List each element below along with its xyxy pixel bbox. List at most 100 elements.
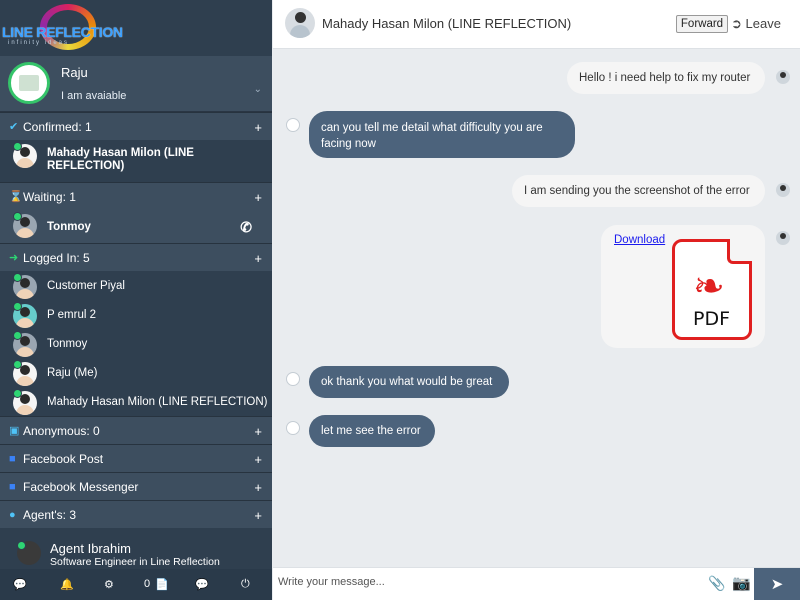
brand-logo[interactable]: LINE REFLECTION infinity ideas bbox=[0, 0, 272, 56]
list-item[interactable]: Raju (Me) bbox=[0, 358, 272, 387]
list-item[interactable]: Tonmoy ✆ bbox=[0, 210, 272, 243]
current-user-status: I am avaiable bbox=[61, 90, 127, 102]
contact-name-line2: REFLECTION) bbox=[47, 159, 125, 172]
camera-icon[interactable]: 📷 bbox=[732, 574, 751, 592]
message-composer: 📎 📷 ➤ bbox=[273, 567, 800, 600]
lock-icon: ▣ bbox=[9, 425, 20, 437]
section-waiting[interactable]: ⌛ Waiting: 1 + bbox=[0, 182, 272, 210]
section-logged-in[interactable]: ➜ Logged In: 5 + bbox=[0, 243, 272, 271]
file-count: 0 bbox=[144, 578, 151, 590]
section-facebook-post[interactable]: ■ Facebook Post + bbox=[0, 444, 272, 472]
message-text: ok thank you what would be great bbox=[321, 376, 493, 388]
chat-panel: Mahady Hasan Milon (LINE REFLECTION) For… bbox=[273, 0, 800, 600]
section-label: Anonymous: 0 bbox=[23, 423, 100, 438]
agent-title: Software Engineer in Line Reflection bbox=[50, 556, 220, 568]
facebook-icon: ■ bbox=[9, 452, 16, 465]
confirmed-list: Mahady Hasan Milon (LINE REFLECTION) bbox=[0, 140, 272, 182]
section-label: Confirmed: 1 bbox=[23, 119, 92, 134]
expand-icon[interactable]: + bbox=[254, 251, 262, 266]
section-facebook-messenger[interactable]: ■ Facebook Messenger + bbox=[0, 472, 272, 500]
avatar bbox=[776, 183, 790, 197]
paperclip-icon[interactable]: 📎 bbox=[708, 575, 725, 592]
current-user-card[interactable]: Raju I am avaiable ⌄ bbox=[0, 56, 272, 112]
contact-name: Tonmoy bbox=[47, 337, 88, 350]
users-icon: ● bbox=[9, 508, 16, 521]
avatar bbox=[286, 421, 300, 435]
check-circle-icon: ✔ bbox=[9, 121, 19, 133]
contact-name: Customer Piyal bbox=[47, 279, 125, 292]
list-item[interactable]: P emrul 2 bbox=[0, 300, 272, 329]
section-label: Waiting: 1 bbox=[23, 189, 76, 204]
logged-in-list: Customer Piyal P emrul 2 Tonmoy Raju (Me… bbox=[0, 271, 272, 416]
expand-icon[interactable]: + bbox=[254, 452, 262, 467]
message-incoming: can you tell me detail what difficulty y… bbox=[309, 111, 575, 158]
section-agents[interactable]: ● Agent's: 3 + bbox=[0, 500, 272, 528]
send-button[interactable]: ➤ bbox=[754, 568, 800, 600]
agent-card[interactable]: Agent Ibrahim Software Engineer in Line … bbox=[0, 537, 272, 569]
logo-text: LINE REFLECTION bbox=[2, 24, 123, 40]
section-label: Facebook Messenger bbox=[23, 479, 139, 494]
logo-tagline: infinity ideas bbox=[8, 40, 70, 46]
message-text: I am sending you the screenshot of the e… bbox=[524, 185, 750, 197]
waiting-list: Tonmoy ✆ bbox=[0, 210, 272, 243]
phone-icon[interactable]: ✆ bbox=[240, 219, 252, 236]
section-confirmed[interactable]: ✔ Confirmed: 1 + bbox=[0, 112, 272, 140]
bell-icon[interactable]: 🔔 bbox=[60, 578, 74, 591]
avatar bbox=[286, 372, 300, 386]
login-icon: ➜ bbox=[9, 252, 19, 264]
download-link[interactable]: Download bbox=[614, 234, 665, 246]
power-icon[interactable]: ⏻ bbox=[241, 578, 250, 591]
online-indicator bbox=[13, 360, 22, 369]
chevron-down-icon[interactable]: ⌄ bbox=[254, 84, 262, 95]
section-anonymous[interactable]: ▣ Anonymous: 0 + bbox=[0, 416, 272, 444]
avatar bbox=[8, 62, 50, 104]
pdf-icon[interactable]: ❧ PDF bbox=[672, 239, 752, 340]
chat-icon[interactable]: 💬 bbox=[13, 578, 27, 591]
chat-icon[interactable]: 💬 bbox=[195, 578, 209, 591]
avatar bbox=[285, 8, 315, 38]
chat-header: Mahady Hasan Milon (LINE REFLECTION) For… bbox=[273, 0, 800, 49]
leave-icon: ➲ bbox=[731, 16, 742, 31]
contact-name-line1: Mahady Hasan Milon (LINE bbox=[47, 147, 194, 159]
expand-icon[interactable]: + bbox=[254, 190, 262, 205]
file-icon[interactable]: 📄 bbox=[155, 578, 169, 591]
online-indicator bbox=[13, 389, 22, 398]
message-text: can you tell me detail what difficulty y… bbox=[321, 122, 543, 150]
gear-icon[interactable]: ⚙ bbox=[104, 578, 114, 591]
list-item[interactable]: Tonmoy bbox=[0, 329, 272, 358]
message-text: Hello ! i need help to fix my router bbox=[579, 72, 751, 84]
sidebar-footer: 💬 🔔 ⚙ 0 📄 💬 ⏻ bbox=[0, 569, 272, 600]
expand-icon[interactable]: + bbox=[254, 508, 262, 523]
expand-icon[interactable]: + bbox=[254, 120, 262, 135]
avatar bbox=[776, 231, 790, 245]
sidebar: LINE REFLECTION infinity ideas Raju I am… bbox=[0, 0, 272, 600]
message-text: let me see the error bbox=[321, 425, 421, 437]
online-indicator bbox=[13, 302, 22, 311]
expand-icon[interactable]: + bbox=[254, 424, 262, 439]
online-indicator bbox=[13, 331, 22, 340]
message-outgoing: I am sending you the screenshot of the e… bbox=[512, 175, 765, 207]
message-outgoing: Hello ! i need help to fix my router bbox=[567, 62, 765, 94]
avatar bbox=[286, 118, 300, 132]
contact-name: Mahady Hasan Milon (LINE REFLECTION) bbox=[47, 395, 268, 408]
section-label: Agent's: 3 bbox=[23, 507, 76, 522]
list-item[interactable]: Mahady Hasan Milon (LINE REFLECTION) bbox=[0, 140, 272, 182]
facebook-icon: ■ bbox=[9, 480, 16, 493]
contact-name: Mahady Hasan Milon (LINE REFLECTION) bbox=[47, 147, 194, 172]
online-indicator bbox=[13, 273, 22, 282]
leave-button[interactable]: ➲ Leave bbox=[731, 16, 781, 32]
online-indicator bbox=[13, 142, 22, 151]
avatar bbox=[776, 70, 790, 84]
file-message: Download ❧ PDF bbox=[601, 225, 765, 348]
expand-icon[interactable]: + bbox=[254, 480, 262, 495]
message-incoming: ok thank you what would be great bbox=[309, 366, 509, 398]
contact-name: Raju (Me) bbox=[47, 366, 98, 379]
forward-button[interactable]: Forward bbox=[676, 15, 728, 33]
list-item[interactable]: Customer Piyal bbox=[0, 271, 272, 300]
online-indicator bbox=[17, 541, 26, 550]
agent-name: Agent Ibrahim bbox=[50, 541, 131, 556]
send-icon: ➤ bbox=[770, 576, 784, 593]
contact-name: P emrul 2 bbox=[47, 308, 97, 321]
list-item[interactable]: Mahady Hasan Milon (LINE REFLECTION) bbox=[0, 387, 272, 416]
message-input[interactable] bbox=[278, 576, 678, 588]
